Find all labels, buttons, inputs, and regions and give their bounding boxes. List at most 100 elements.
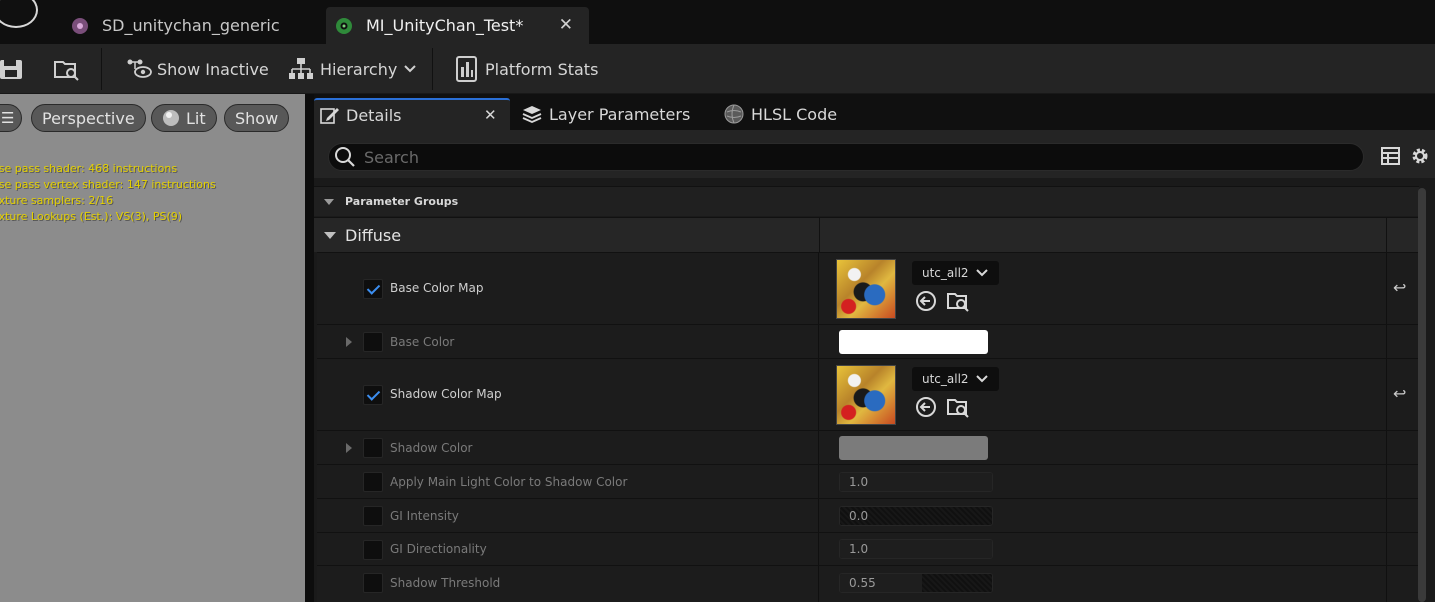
color-swatch[interactable] (839, 330, 988, 354)
scalar-value: 0.0 (849, 509, 869, 523)
expand-arrow-icon[interactable] (346, 443, 352, 453)
texture-asset-dropdown[interactable]: utc_all2 (912, 367, 999, 391)
tab-layer-parameters-label: Layer Parameters (549, 104, 691, 124)
param-row-gi-intensity: GI Intensity 0.0 (317, 498, 1419, 532)
override-checkbox[interactable] (363, 573, 383, 593)
use-selected-asset-icon[interactable] (915, 396, 937, 418)
column-divider (1386, 431, 1387, 464)
lit-label: Lit (186, 108, 206, 128)
expand-arrow-icon[interactable] (346, 337, 352, 347)
browse-asset-icon (54, 61, 79, 81)
override-checkbox[interactable] (363, 385, 383, 405)
param-row-base-color-map: Base Color Map utc_all2 ↩ (317, 252, 1419, 324)
override-checkbox[interactable] (363, 332, 383, 352)
hierarchy-dropdown[interactable]: Hierarchy (289, 54, 417, 84)
unreal-logo-icon[interactable] (0, 0, 38, 28)
column-divider (1386, 465, 1387, 498)
platform-stats-button[interactable]: Platform Stats (456, 54, 598, 84)
param-row-apply-main-light-color: Apply Main Light Color to Shadow Color 1… (317, 464, 1419, 498)
param-label: Base Color Map (390, 281, 484, 295)
scalar-value: 0.55 (849, 576, 876, 590)
texture-asset-name: utc_all2 (922, 266, 969, 280)
material-instance-icon (336, 17, 352, 34)
perspective-button[interactable]: Perspective (31, 104, 146, 132)
save-button[interactable] (0, 54, 24, 84)
lit-button[interactable]: Lit (151, 104, 217, 132)
hierarchy-label: Hierarchy (320, 59, 398, 79)
gear-icon[interactable] (1410, 146, 1430, 166)
show-inactive-button[interactable]: Show Inactive (126, 54, 269, 84)
browse-asset-icon[interactable] (947, 396, 969, 418)
override-checkbox[interactable] (363, 438, 383, 458)
collapse-arrow-icon (324, 231, 336, 239)
param-row-shadow-color-map: Shadow Color Map utc_all2 ↩ (317, 358, 1419, 430)
show-label: Show (235, 108, 279, 128)
perspective-label: Perspective (42, 108, 135, 128)
color-swatch[interactable] (839, 436, 988, 460)
viewport-options-button[interactable]: ☰ (0, 104, 22, 132)
column-divider (1386, 253, 1387, 324)
stats-line: ase pass vertex shader: 147 instructions (0, 178, 216, 191)
scalar-value-field[interactable]: 1.0 (839, 472, 993, 492)
panel-splitter[interactable] (305, 94, 314, 602)
reset-to-default-icon[interactable]: ↩ (1393, 278, 1406, 297)
scalar-value-field[interactable]: 0.0 (839, 506, 993, 526)
close-tab-button[interactable]: ✕ (559, 15, 573, 35)
texture-asset-dropdown[interactable]: utc_all2 (912, 261, 999, 285)
texture-thumbnail[interactable] (836, 365, 896, 425)
scalar-value: 1.0 (849, 475, 869, 489)
scalar-value-field[interactable]: 1.0 (839, 539, 993, 559)
param-label: Base Color (390, 335, 455, 349)
parameter-groups-label: Parameter Groups (345, 195, 459, 208)
param-label: GI Intensity (390, 509, 459, 523)
param-row-shadow-threshold: Shadow Threshold 0.55 (317, 565, 1419, 602)
tab-hlsl-code-label: HLSL Code (751, 104, 838, 124)
tab-layer-parameters[interactable]: Layer Parameters (522, 98, 690, 130)
tab-mi-unitychan-test[interactable]: MI_UnityChan_Test* ✕ (326, 7, 589, 44)
texture-asset-name: utc_all2 (922, 372, 969, 386)
lit-sphere-icon (163, 110, 179, 126)
reset-to-default-icon[interactable]: ↩ (1393, 384, 1406, 403)
param-row-shadow-color: Shadow Color (317, 430, 1419, 464)
hlsl-sphere-icon (724, 104, 744, 124)
panel-tab-bar: Details ✕ Layer Parameters HLSL Code (314, 94, 1435, 130)
details-panel: Details ✕ Layer Parameters HLSL Code Sea… (314, 94, 1435, 602)
tab-hlsl-code[interactable]: HLSL Code (724, 98, 837, 130)
search-row (314, 130, 1435, 178)
use-selected-asset-icon[interactable] (915, 290, 937, 312)
tab-label: SD_unitychan_generic (102, 16, 280, 35)
close-details-button[interactable]: ✕ (484, 106, 497, 124)
material-preview-viewport[interactable]: ☰ Perspective Lit Show ase pass shader: … (0, 94, 305, 602)
scalar-value-field[interactable]: 0.55 (839, 573, 993, 593)
param-label: GI Directionality (390, 542, 487, 556)
toolbar-divider (101, 48, 102, 90)
table-view-icon[interactable] (1381, 147, 1400, 165)
stats-line: exture samplers: 2/16 (0, 194, 114, 207)
diffuse-group-header[interactable]: Diffuse (314, 217, 1419, 253)
show-button[interactable]: Show (224, 104, 290, 132)
column-divider (1386, 533, 1387, 565)
tab-details[interactable]: Details ✕ (314, 98, 510, 130)
param-row-base-color: Base Color (317, 324, 1419, 358)
browse-asset-icon[interactable] (947, 290, 969, 312)
show-inactive-icon (127, 59, 152, 78)
collapse-arrow-icon (324, 198, 334, 205)
chevron-down-icon (975, 375, 988, 383)
chevron-down-icon (975, 269, 988, 277)
parameter-groups-header[interactable]: Parameter Groups (314, 186, 1419, 216)
layers-icon (522, 106, 542, 123)
toolbar-divider (432, 48, 433, 90)
toolbar: Show Inactive Hierarchy Platform Stats (0, 44, 1435, 94)
browse-button[interactable] (53, 54, 81, 84)
override-checkbox[interactable] (363, 472, 383, 492)
texture-thumbnail[interactable] (836, 259, 896, 319)
override-checkbox[interactable] (363, 540, 383, 560)
override-checkbox[interactable] (363, 506, 383, 526)
column-divider (1386, 566, 1387, 602)
column-divider (1386, 359, 1387, 430)
search-input[interactable] (364, 147, 1324, 167)
tab-sd-unitychan-generic[interactable]: SD_unitychan_generic (62, 7, 322, 44)
search-box[interactable] (328, 143, 1364, 171)
override-checkbox[interactable] (363, 279, 383, 299)
details-scrollbar[interactable] (1418, 188, 1426, 602)
